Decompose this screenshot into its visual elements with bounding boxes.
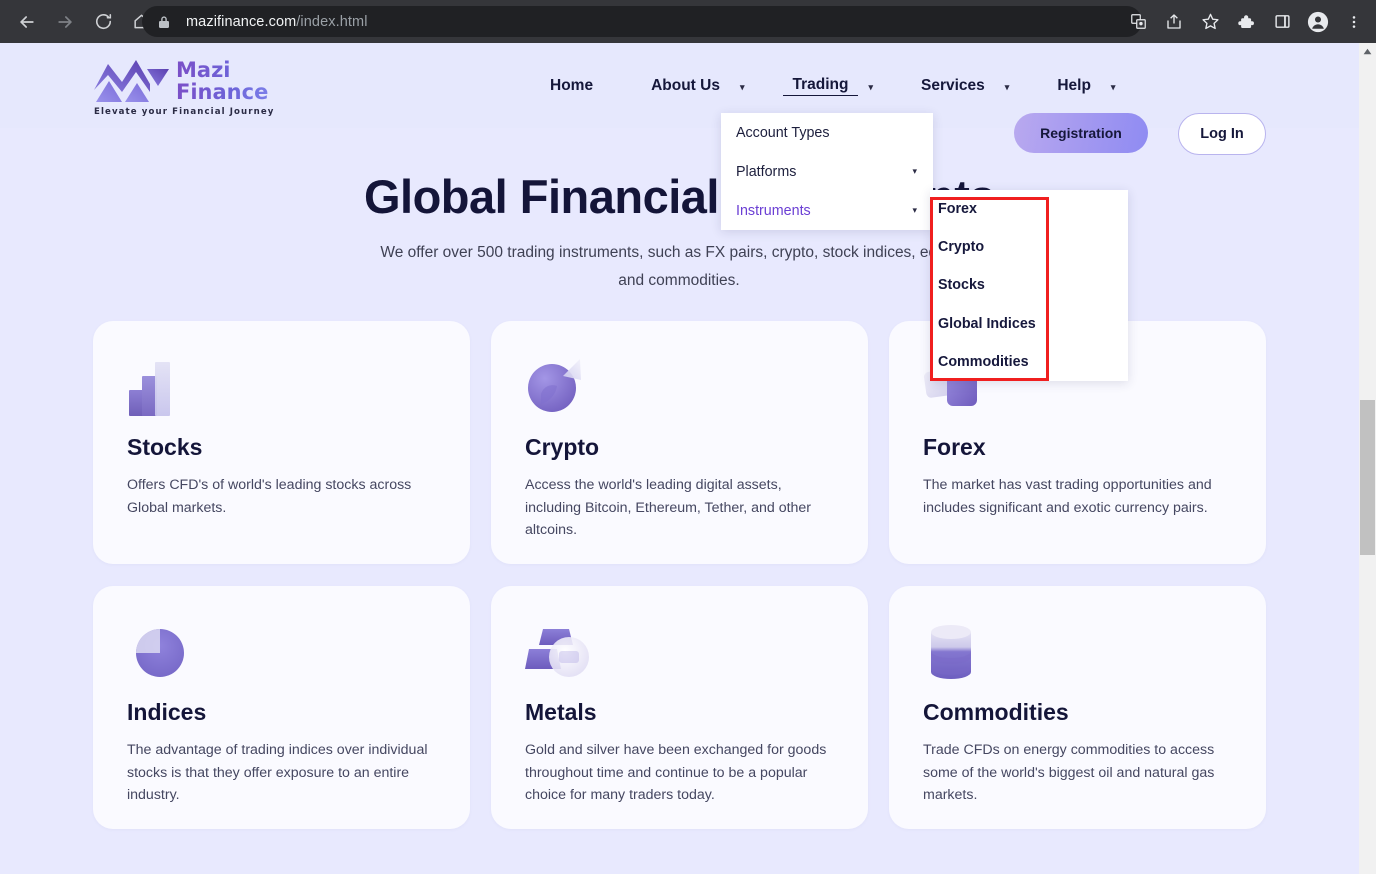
chevron-down-icon: ▾ (912, 166, 917, 176)
card-indices[interactable]: Indices The advantage of trading indices… (93, 586, 470, 829)
nav-item-trading-label: Trading (782, 76, 859, 96)
mazi-m-logo-icon (92, 58, 170, 104)
scroll-up-arrow-icon[interactable] (1359, 43, 1376, 60)
card-metals-desc: Gold and silver have been exchanged for … (525, 742, 827, 803)
dropdown-item-instruments[interactable]: Instruments ▾ (721, 191, 933, 230)
card-forex-title: Forex (923, 434, 986, 460)
three-dot-menu-icon[interactable] (1337, 5, 1371, 39)
forward-arrow-icon[interactable] (46, 3, 84, 41)
bar-chart-icon (127, 354, 199, 420)
logo-row: Mazi Finance (92, 57, 372, 105)
card-commodities[interactable]: Commodities Trade CFDs on energy commodi… (889, 586, 1266, 829)
page-title: Global Financial Instruments (363, 170, 996, 223)
card-stocks-desc: Offers CFD's of world's leading stocks a… (127, 477, 412, 516)
chevron-down-icon: ▾ (739, 82, 745, 92)
logo-wordmark: Mazi Finance (176, 59, 268, 103)
card-crypto-title: Crypto (525, 434, 600, 460)
address-bar[interactable]: mazifinance.com/index.html (142, 6, 1142, 37)
instrument-cards-grid: Stocks Offers CFD's of world's leading s… (93, 321, 1268, 829)
card-commodities-desc: Trade CFDs on energy commodities to acce… (923, 742, 1215, 803)
login-button[interactable]: Log In (1178, 113, 1266, 155)
card-commodities-title: Commodities (923, 699, 1069, 725)
dropdown-item-account-types-label: Account Types (736, 124, 830, 141)
logo-tagline: Elevate your Financial Journey (94, 107, 275, 117)
submenu-item-forex[interactable]: Forex (930, 190, 1128, 228)
pie-chart-icon (127, 619, 199, 685)
back-arrow-icon[interactable] (8, 3, 46, 41)
card-stocks[interactable]: Stocks Offers CFD's of world's leading s… (93, 321, 470, 564)
trading-dropdown-menu: Account Types Platforms ▾ Instruments ▾ (721, 113, 933, 230)
page-scrollbar[interactable] (1359, 43, 1376, 874)
profile-avatar-icon[interactable] (1301, 5, 1335, 39)
instruments-submenu: Forex Crypto Stocks Global Indices Commo… (930, 190, 1128, 381)
oil-barrel-icon (923, 619, 995, 685)
submenu-item-global-indices[interactable]: Global Indices (930, 305, 1128, 343)
dropdown-item-platforms[interactable]: Platforms ▾ (721, 152, 933, 191)
card-stocks-title: Stocks (127, 434, 203, 460)
url-text: mazifinance.com/index.html (186, 14, 368, 30)
translate-icon[interactable] (1121, 5, 1155, 39)
url-path: /index.html (296, 13, 368, 30)
nav-item-home[interactable]: Home (540, 43, 603, 128)
url-domain: mazifinance.com (186, 13, 297, 30)
submenu-item-commodities[interactable]: Commodities (930, 343, 1128, 381)
scrollbar-thumb[interactable] (1360, 400, 1375, 555)
bookmark-star-icon[interactable] (1193, 5, 1227, 39)
chevron-down-icon: ▾ (1004, 82, 1010, 92)
chevron-down-icon: ▾ (1110, 82, 1116, 92)
nav-item-home-label: Home (550, 76, 594, 94)
card-metals[interactable]: Metals Gold and silver have been exchang… (491, 586, 868, 829)
chevron-down-icon: ▾ (868, 82, 874, 92)
card-crypto-desc: Access the world's leading digital asset… (525, 477, 812, 538)
nav-item-about-us-label: About Us (651, 76, 720, 94)
submenu-item-stocks[interactable]: Stocks (930, 266, 1128, 304)
side-panel-icon[interactable] (1265, 5, 1299, 39)
gold-bars-icon (525, 619, 597, 685)
nav-item-help-label: Help (1057, 76, 1091, 94)
nav-item-services-label: Services (921, 76, 985, 94)
site-logo[interactable]: Mazi Finance Elevate your Financial Jour… (92, 57, 372, 119)
dropdown-item-platforms-label: Platforms (736, 163, 797, 180)
card-forex-desc: The market has vast trading opportunitie… (923, 477, 1212, 516)
dropdown-item-instruments-label: Instruments (736, 202, 811, 219)
reload-icon[interactable] (84, 3, 122, 41)
crypto-sphere-icon (525, 354, 597, 420)
extensions-puzzle-icon[interactable] (1229, 5, 1263, 39)
card-metals-title: Metals (525, 699, 597, 725)
card-crypto[interactable]: Crypto Access the world's leading digita… (491, 321, 868, 564)
page-viewport: Mazi Finance Elevate your Financial Jour… (0, 43, 1376, 874)
share-icon[interactable] (1157, 5, 1191, 39)
hero-subtitle: We offer over 500 trading instruments, s… (380, 244, 978, 289)
dropdown-item-account-types[interactable]: Account Types (721, 113, 933, 152)
registration-button[interactable]: Registration (1014, 113, 1148, 153)
card-indices-title: Indices (127, 699, 207, 725)
logo-line-2: Finance (176, 80, 269, 104)
browser-toolbar: mazifinance.com/index.html (0, 0, 1376, 43)
site-header: Mazi Finance Elevate your Financial Jour… (0, 43, 1359, 155)
card-indices-desc: The advantage of trading indices over in… (127, 742, 428, 803)
browser-actions (1120, 0, 1372, 43)
lock-icon (156, 14, 172, 30)
logo-line-1: Mazi (176, 58, 231, 82)
chevron-down-icon: ▾ (912, 205, 917, 215)
navigation-buttons (0, 3, 160, 41)
submenu-item-crypto[interactable]: Crypto (930, 228, 1128, 266)
